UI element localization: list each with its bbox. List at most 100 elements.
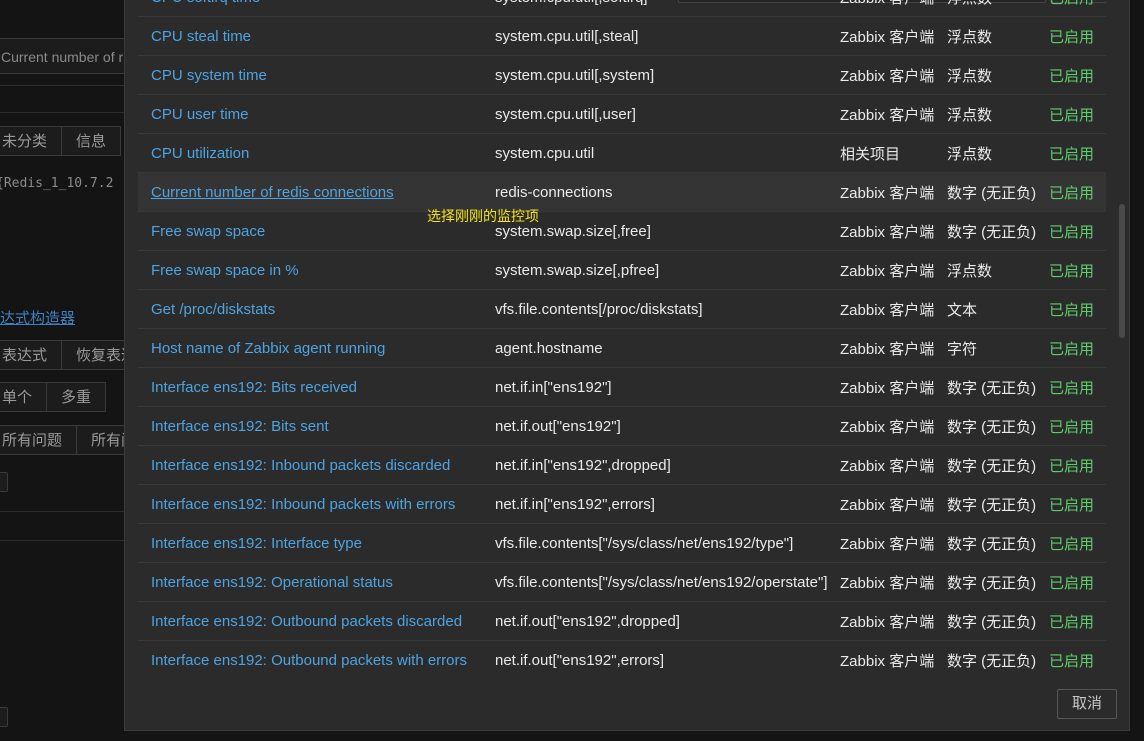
item-type-cell: Zabbix 客户端 — [840, 367, 947, 407]
item-name-link[interactable]: Interface ens192: Outbound packets with … — [151, 652, 467, 669]
item-name-link[interactable]: Free swap space — [151, 223, 265, 240]
item-name-link[interactable]: Interface ens192: Outbound packets disca… — [151, 613, 462, 630]
item-value-type: 浮点数 — [947, 0, 992, 7]
item-status-cell: 已启用 — [1049, 172, 1106, 212]
item-name-link[interactable]: CPU softirq time — [151, 0, 260, 6]
expression-builder-link[interactable]: 达式构造器 — [0, 307, 75, 328]
item-key-cell: net.if.out["ens192",dropped] — [495, 601, 840, 641]
item-status: 已启用 — [1049, 184, 1095, 202]
item-status: 已启用 — [1049, 535, 1095, 553]
item-name-link[interactable]: Interface ens192: Interface type — [151, 535, 362, 552]
item-name-link[interactable]: Free swap space in % — [151, 262, 299, 279]
table-row[interactable]: Interface ens192: Outbound packets disca… — [138, 601, 1106, 641]
item-name-link[interactable]: Interface ens192: Inbound packets with e… — [151, 496, 455, 513]
item-value-type-cell: 数字 (无正负) — [947, 211, 1049, 251]
item-value-type-cell: 数字 (无正负) — [947, 445, 1049, 485]
table-row[interactable]: Interface ens192: Outbound packets with … — [138, 640, 1106, 676]
item-name-link-cell: Interface ens192: Inbound packets with e… — [138, 484, 495, 524]
item-name-link[interactable]: CPU user time — [151, 106, 249, 123]
item-status: 已启用 — [1049, 145, 1095, 163]
item-name-link[interactable]: Current number of redis connections — [151, 184, 394, 201]
table-row[interactable]: CPU utilization system.cpu.util 相关项目 浮点数 已启用 — [138, 133, 1106, 173]
item-status: 已启用 — [1049, 301, 1095, 319]
item-key: system.cpu.util[,system] — [495, 66, 655, 84]
item-name-link[interactable]: Interface ens192: Bits sent — [151, 418, 329, 435]
item-status-cell: 已启用 — [1049, 562, 1106, 602]
table-row[interactable]: Host name of Zabbix agent running agent.h… — [138, 328, 1106, 368]
item-name-link[interactable]: Host name of Zabbix agent running — [151, 340, 385, 357]
table-row[interactable]: Interface ens192: Inbound packets discar… — [138, 445, 1106, 485]
table-row[interactable]: CPU user time system.cpu.util[,user] Zabbi… — [138, 94, 1106, 134]
item-value-type: 浮点数 — [947, 145, 993, 163]
item-type: Zabbix 客户端 — [840, 535, 935, 553]
table-row[interactable]: Free swap space in % system.swap.size[,pf… — [138, 250, 1106, 290]
item-type: Zabbix 客户端 — [840, 262, 935, 280]
table-row[interactable]: Interface ens192: Operational status vfs.… — [138, 562, 1106, 602]
item-status: 已启用 — [1049, 28, 1095, 46]
item-key-cell: system.cpu.util[,steal] — [495, 16, 840, 56]
item-value-type-cell: 数字 (无正负) — [947, 601, 1049, 641]
expression-textarea[interactable]: {Redis_1_10.7.2 — [0, 168, 136, 298]
tab-multiple[interactable]: 多重 — [46, 382, 107, 412]
item-type-cell: Zabbix 客户端 — [840, 289, 947, 329]
item-name-link-cell: Interface ens192: Inbound packets discar… — [138, 445, 495, 485]
item-name-link[interactable]: Interface ens192: Operational status — [151, 574, 393, 591]
item-key: net.if.out["ens192"] — [495, 417, 621, 435]
item-value-type-cell: 字符 — [947, 328, 1049, 368]
item-status: 已启用 — [1049, 223, 1095, 241]
item-key: redis-connections — [495, 183, 613, 201]
divider — [0, 85, 130, 86]
item-name-link-cell: Interface ens192: Outbound packets with … — [138, 640, 495, 676]
item-key-cell: system.swap.size[,free] — [495, 211, 840, 251]
item-status: 已启用 — [1049, 262, 1095, 280]
table-row[interactable]: Interface ens192: Bits received net.if.in… — [138, 367, 1106, 407]
item-name-link[interactable]: Interface ens192: Bits received — [151, 379, 357, 396]
item-status-cell: 已启用 — [1049, 601, 1106, 641]
item-status-cell: 已启用 — [1049, 484, 1106, 524]
item-list-scroll-area[interactable]: CPU softirq time system.cpu.util[,softirq… — [138, 0, 1106, 676]
item-value-type-cell: 数字 (无正负) — [947, 523, 1049, 563]
item-key-cell: net.if.in["ens192",dropped] — [495, 445, 840, 485]
table-row[interactable]: CPU softirq time system.cpu.util[,softirq… — [138, 0, 1106, 17]
item-key-cell: net.if.in["ens192",errors] — [495, 484, 840, 524]
table-row[interactable]: Interface ens192: Inbound packets with e… — [138, 484, 1106, 524]
item-key: net.if.out["ens192",errors] — [495, 651, 665, 669]
item-status-cell: 已启用 — [1049, 94, 1106, 134]
item-key: net.if.in["ens192"] — [495, 378, 612, 396]
table-row[interactable]: Interface ens192: Interface type vfs.file… — [138, 523, 1106, 563]
items-table: CPU softirq time system.cpu.util[,softirq… — [138, 0, 1106, 676]
table-row[interactable]: CPU system time system.cpu.util[,system] Z… — [138, 55, 1106, 95]
tab-information[interactable]: 信息 — [61, 126, 122, 156]
item-value-type-cell: 数字 (无正负) — [947, 484, 1049, 524]
item-type: Zabbix 客户端 — [840, 106, 935, 124]
checkbox[interactable] — [0, 707, 8, 727]
tab-all-problems[interactable]: 所有问题 — [0, 425, 78, 455]
tab-single[interactable]: 单个 — [0, 382, 48, 412]
table-row[interactable]: Current number of redis connections redis… — [138, 172, 1106, 212]
item-type-cell: Zabbix 客户端 — [840, 406, 947, 446]
item-status-cell: 已启用 — [1049, 55, 1106, 95]
table-row[interactable]: Free swap space system.swap.size[,free] Za… — [138, 211, 1106, 251]
item-value-type: 数字 (无正负) — [947, 652, 1037, 670]
item-type: Zabbix 客户端 — [840, 67, 935, 85]
item-name-link[interactable]: CPU steal time — [151, 28, 251, 45]
checkbox[interactable] — [0, 472, 8, 492]
scrollbar-track[interactable] — [1117, 0, 1127, 676]
item-name-field[interactable]: Current number of r — [0, 38, 136, 74]
scrollbar-thumb[interactable] — [1119, 204, 1125, 338]
item-name-link[interactable]: Interface ens192: Inbound packets discar… — [151, 457, 450, 474]
item-value-type-cell: 浮点数 — [947, 55, 1049, 95]
tab-unclassified[interactable]: 未分类 — [0, 126, 63, 156]
cancel-button[interactable]: 取消 — [1057, 689, 1117, 719]
table-row[interactable]: CPU steal time system.cpu.util[,steal] Zab… — [138, 16, 1106, 56]
table-row[interactable]: Get /proc/diskstats vfs.file.contents[/pr… — [138, 289, 1106, 329]
table-row[interactable]: Interface ens192: Bits sent net.if.out["e… — [138, 406, 1106, 446]
tab-expression[interactable]: 表达式 — [0, 340, 63, 370]
item-name-link[interactable]: CPU system time — [151, 67, 267, 84]
item-name-link[interactable]: CPU utilization — [151, 145, 249, 162]
item-type: Zabbix 客户端 — [840, 652, 935, 670]
item-status-cell: 已启用 — [1049, 367, 1106, 407]
item-status-cell: 已启用 — [1049, 16, 1106, 56]
item-value-type-cell: 数字 (无正负) — [947, 640, 1049, 676]
item-name-link[interactable]: Get /proc/diskstats — [151, 301, 275, 318]
